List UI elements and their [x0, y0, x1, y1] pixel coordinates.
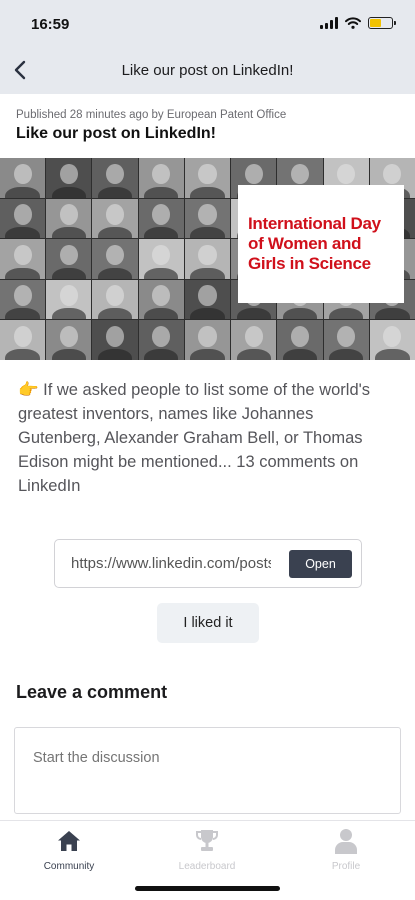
battery-icon — [368, 17, 396, 29]
published-meta: Published 28 minutes ago by European Pat… — [16, 109, 287, 121]
portrait-tile — [138, 279, 184, 320]
portrait-tile — [92, 158, 138, 198]
portrait-tile — [0, 198, 46, 239]
nav-title: Like our post on LinkedIn! — [121, 62, 294, 79]
portrait-tile — [46, 198, 92, 239]
portrait-tile — [92, 239, 138, 279]
portrait-tile — [277, 320, 323, 360]
portrait-tile — [138, 158, 184, 198]
link-field: Open — [54, 539, 362, 588]
battery-level — [370, 19, 381, 27]
trophy-icon — [196, 830, 218, 851]
portrait-tile — [184, 239, 231, 279]
portrait-tile — [184, 158, 231, 198]
post-image: International Day of Women and Girls in … — [0, 158, 415, 360]
portrait-tile — [92, 279, 138, 320]
home-icon — [58, 831, 80, 851]
link-url-input[interactable] — [71, 555, 271, 572]
comment-heading: Leave a comment — [16, 682, 168, 702]
tab-profile[interactable]: Profile — [277, 827, 415, 872]
tab-profile-label: Profile — [331, 861, 361, 872]
person-icon — [335, 829, 357, 854]
portrait-tile — [46, 320, 92, 360]
portrait-tile — [323, 320, 369, 360]
tab-community-label: Community — [43, 861, 95, 872]
wifi-icon — [345, 17, 361, 29]
image-caption-box: International Day of Women and Girls in … — [238, 185, 404, 303]
portrait-tile — [46, 279, 92, 320]
portrait-tile — [0, 158, 46, 198]
home-indicator — [135, 886, 280, 891]
comment-input[interactable] — [14, 727, 401, 814]
portrait-tile — [92, 198, 138, 239]
portrait-tile — [46, 239, 92, 279]
portrait-tile — [138, 320, 184, 360]
portrait-tile — [138, 198, 184, 239]
portrait-tile — [46, 158, 92, 198]
status-bar: 16:59 — [0, 0, 415, 48]
status-icons — [320, 17, 396, 29]
post-title: Like our post on LinkedIn! — [16, 125, 216, 142]
post-body: 👉 If we asked people to list some of the… — [18, 381, 371, 495]
portrait-tile — [0, 320, 46, 360]
portrait-tile — [231, 320, 277, 360]
tab-community[interactable]: Community — [0, 827, 138, 872]
portrait-tile — [184, 279, 231, 320]
nav-bar: Like our post on LinkedIn! — [0, 48, 415, 94]
portrait-tile — [369, 320, 415, 360]
tab-leaderboard-label: Leaderboard — [178, 861, 236, 872]
image-caption: International Day of Women and Girls in … — [248, 214, 381, 273]
portrait-tile — [184, 198, 231, 239]
cellular-signal-icon — [320, 17, 338, 29]
portrait-tile — [184, 320, 231, 360]
status-time: 16:59 — [31, 16, 70, 33]
tab-leaderboard[interactable]: Leaderboard — [138, 827, 276, 872]
portrait-tile — [92, 320, 138, 360]
portrait-tile — [138, 239, 184, 279]
liked-it-button[interactable]: I liked it — [157, 603, 259, 643]
portrait-tile — [0, 239, 46, 279]
open-button[interactable]: Open — [289, 550, 352, 578]
portrait-tile — [0, 279, 46, 320]
